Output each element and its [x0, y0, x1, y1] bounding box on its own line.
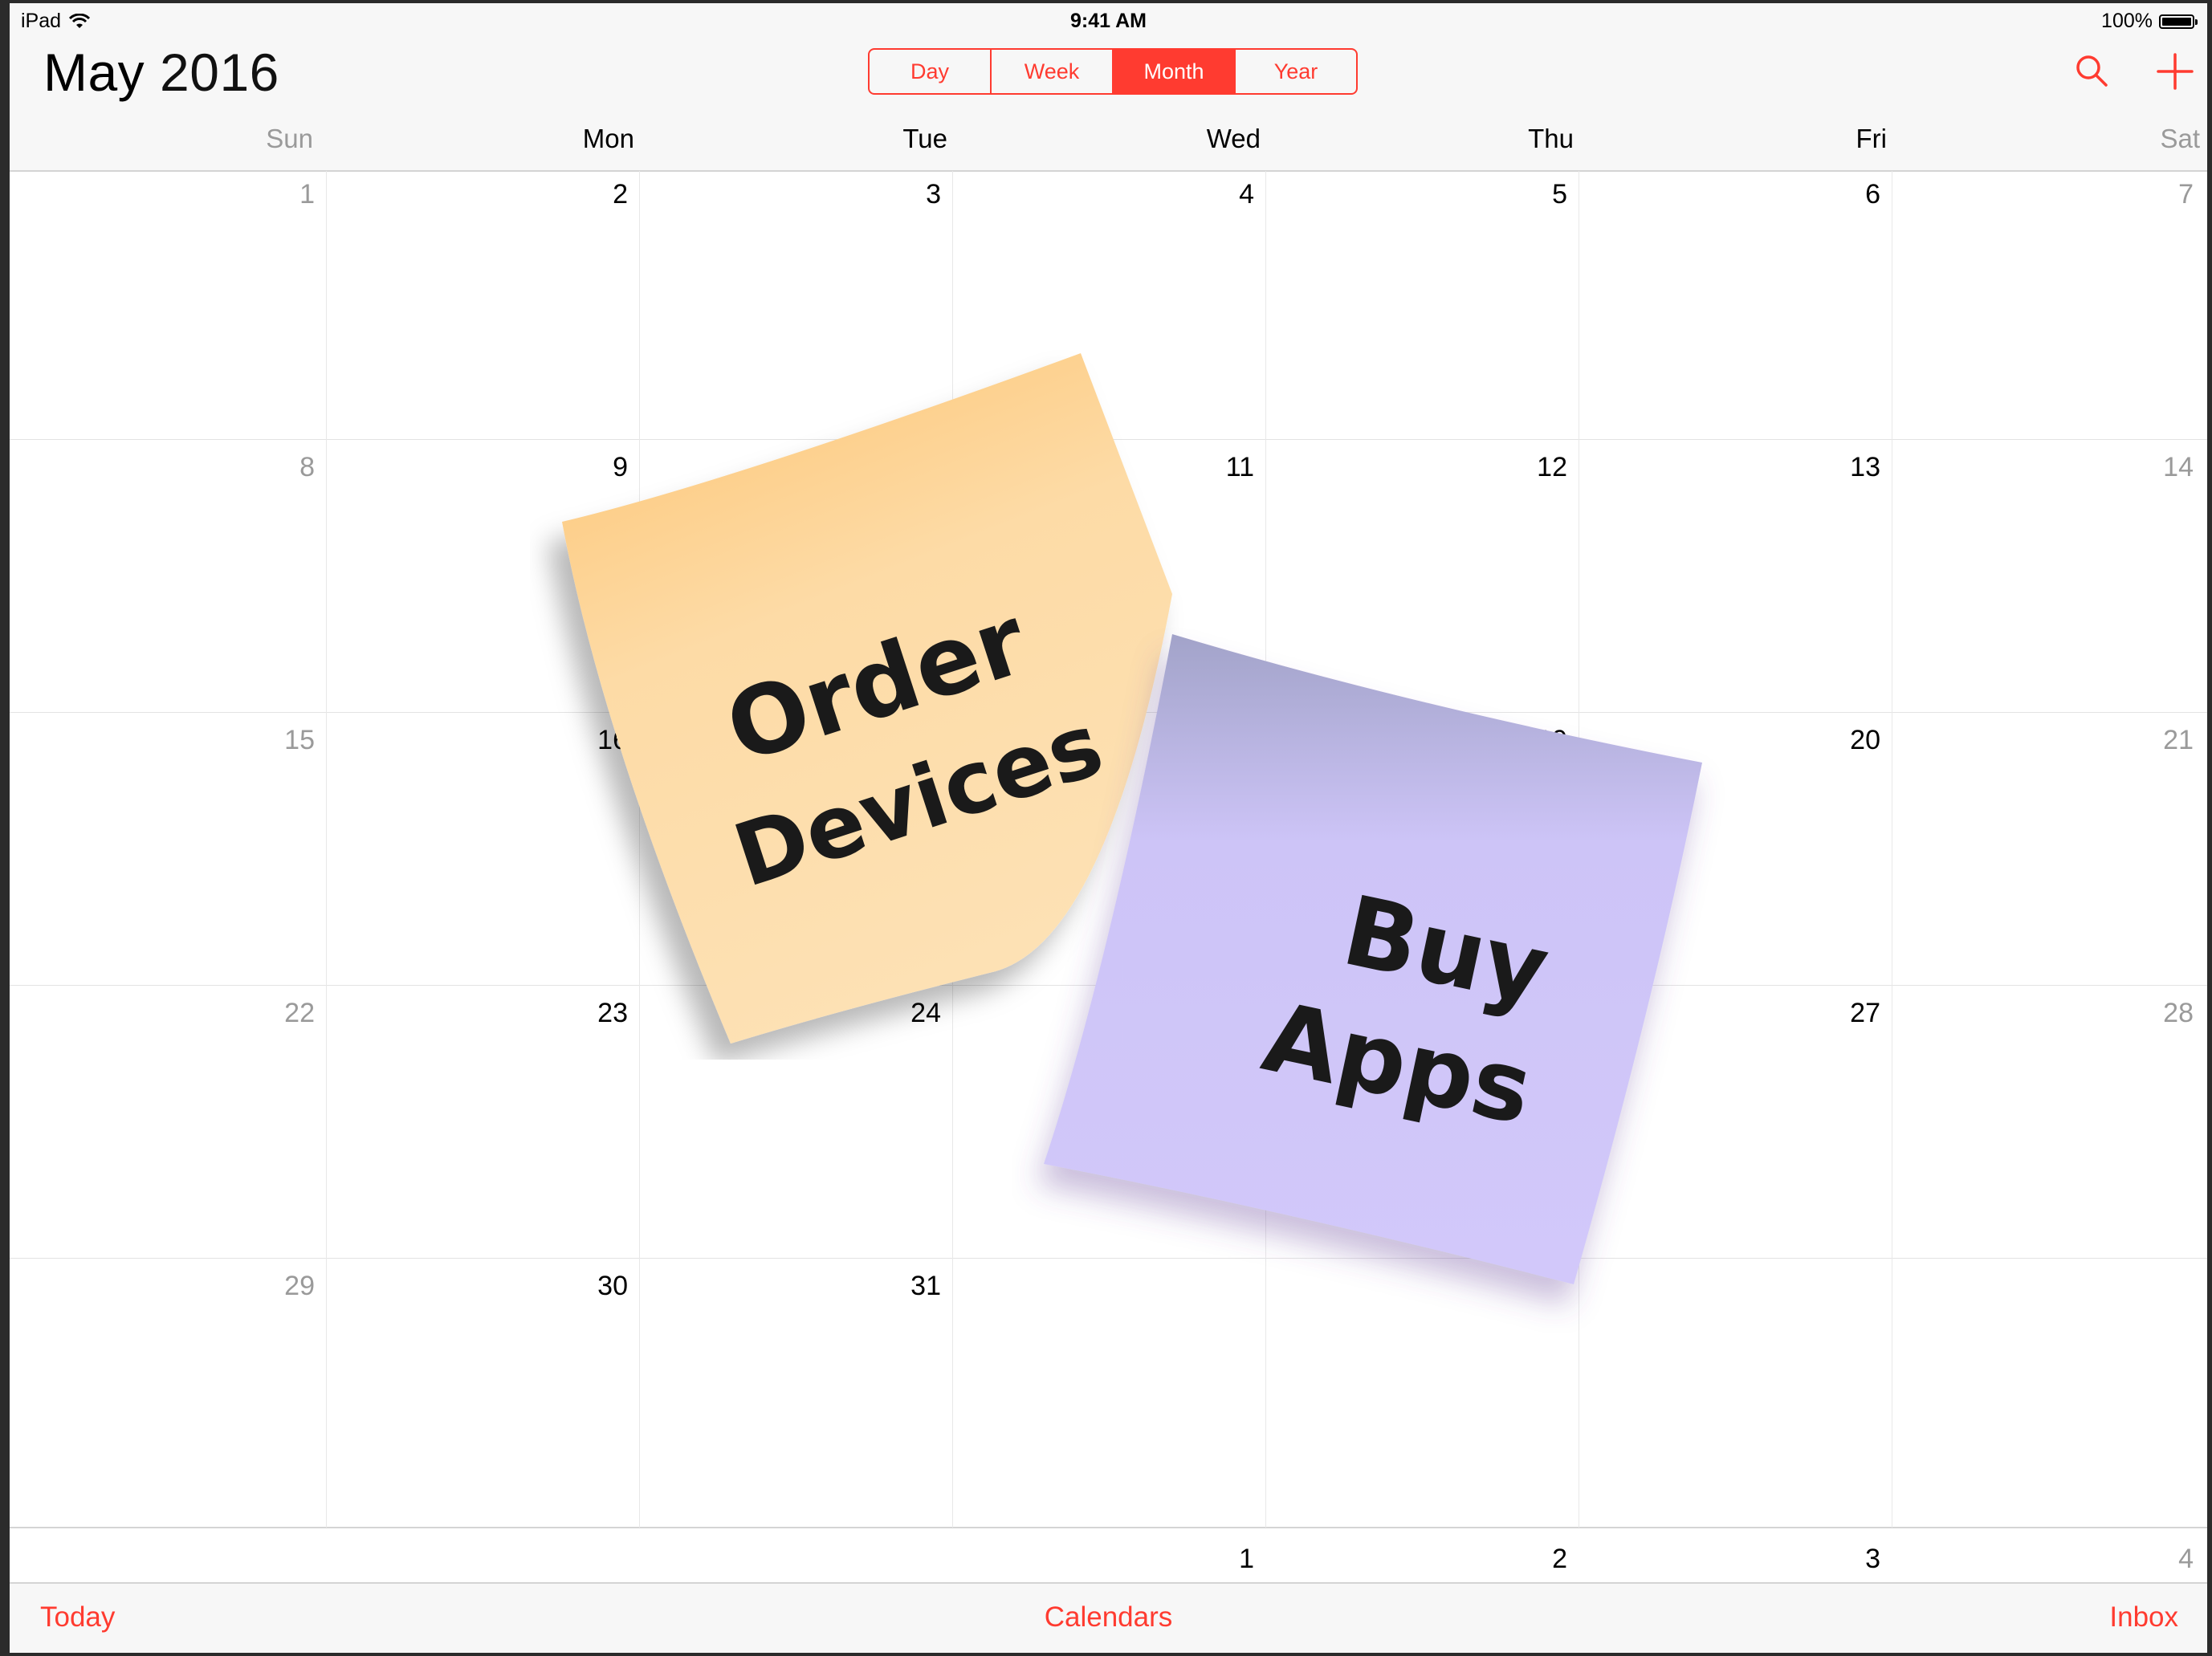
view-switcher: Day Week Month Year [868, 48, 1358, 95]
search-icon[interactable] [2071, 50, 2114, 93]
day-cell[interactable]: 5 [1503, 179, 1567, 210]
weekday-tue: Tue [902, 124, 947, 153]
page-title: May 2016 [43, 42, 279, 103]
weekday-mon: Mon [582, 124, 634, 153]
day-cell-next-month[interactable]: 4 [2129, 1544, 2194, 1575]
add-icon[interactable] [2153, 50, 2197, 93]
tab-month[interactable]: Month [1114, 50, 1236, 93]
title-year: 2016 [160, 43, 279, 102]
day-cell[interactable]: 2 [564, 179, 628, 210]
tab-year[interactable]: Year [1236, 50, 1356, 93]
day-cell-next-month[interactable]: 1 [1190, 1544, 1254, 1575]
day-cell[interactable]: 29 [251, 1271, 315, 1302]
day-cell[interactable]: 4 [1190, 179, 1254, 210]
day-cell[interactable]: 21 [2129, 725, 2194, 756]
battery-icon [2159, 14, 2198, 29]
day-cell[interactable]: 31 [877, 1271, 941, 1302]
day-cell[interactable]: 6 [1816, 179, 1880, 210]
status-bar: iPad 9:41 AM 100% [10, 3, 2207, 39]
bottom-toolbar: Today Calendars Inbox [10, 1582, 2207, 1653]
weekday-sun: Sun [266, 124, 313, 153]
day-cell[interactable]: 15 [251, 725, 315, 756]
day-cell[interactable]: 27 [1816, 998, 1880, 1029]
weekday-fri: Fri [1856, 124, 1887, 153]
day-cell-next-month[interactable]: 3 [1816, 1544, 1880, 1575]
weekday-row: Sun Mon Tue Wed Thu Fri Sat [10, 124, 2207, 164]
tab-day[interactable]: Day [870, 50, 992, 93]
sticky-note-buy-apps[interactable]: Buy Apps [1012, 618, 1734, 1341]
day-cell[interactable]: 14 [2129, 452, 2194, 483]
day-cell[interactable]: 30 [564, 1271, 628, 1302]
day-cell[interactable]: 12 [1503, 452, 1567, 483]
weekday-sat: Sat [2160, 124, 2200, 153]
calendars-button[interactable]: Calendars [10, 1601, 2207, 1634]
battery-percent: 100% [2101, 10, 2153, 32]
inbox-button[interactable]: Inbox [2109, 1601, 2178, 1634]
calendar-header: May 2016 Day Week Month Year Sun Mon Tue… [10, 39, 2207, 172]
tab-week[interactable]: Week [992, 50, 1114, 93]
weekday-thu: Thu [1528, 124, 1574, 153]
day-cell[interactable]: 1 [251, 179, 315, 210]
day-cell[interactable]: 28 [2129, 998, 2194, 1029]
day-cell-next-month[interactable]: 2 [1503, 1544, 1567, 1575]
status-time: 9:41 AM [1070, 10, 1147, 32]
grid-divider [326, 171, 327, 1528]
day-cell[interactable]: 3 [877, 179, 941, 210]
grid-divider [10, 1527, 2207, 1528]
day-cell[interactable]: 7 [2129, 179, 2194, 210]
day-cell[interactable]: 8 [251, 452, 315, 483]
day-cell[interactable]: 22 [251, 998, 315, 1029]
title-month: May [43, 43, 145, 102]
day-cell[interactable]: 20 [1816, 725, 1880, 756]
weekday-wed: Wed [1206, 124, 1261, 153]
day-cell[interactable]: 13 [1816, 452, 1880, 483]
